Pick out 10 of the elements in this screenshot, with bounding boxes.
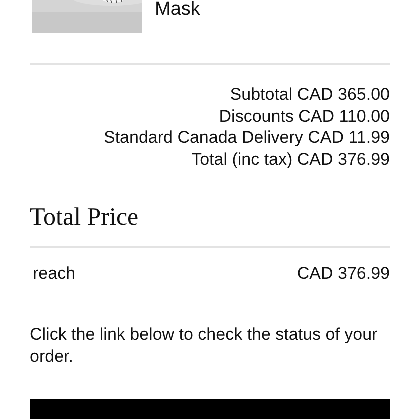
product-name: Mask <box>155 0 200 20</box>
section-heading: Total Price <box>30 202 140 233</box>
summary-line: Total (inc tax) CAD 376.99 <box>192 149 390 171</box>
payment-amount: CAD 376.99 <box>297 262 390 285</box>
payment-label: reach <box>33 262 76 285</box>
action-button[interactable] <box>30 399 390 420</box>
status-note: Click the link below to check the status of your order. <box>30 324 379 368</box>
summary-line: Subtotal CAD 365.00 <box>230 84 390 106</box>
summary-line: Discounts CAD 110.00 <box>219 106 390 128</box>
summary-line: Standard Canada Delivery CAD 11.99 <box>104 127 390 150</box>
